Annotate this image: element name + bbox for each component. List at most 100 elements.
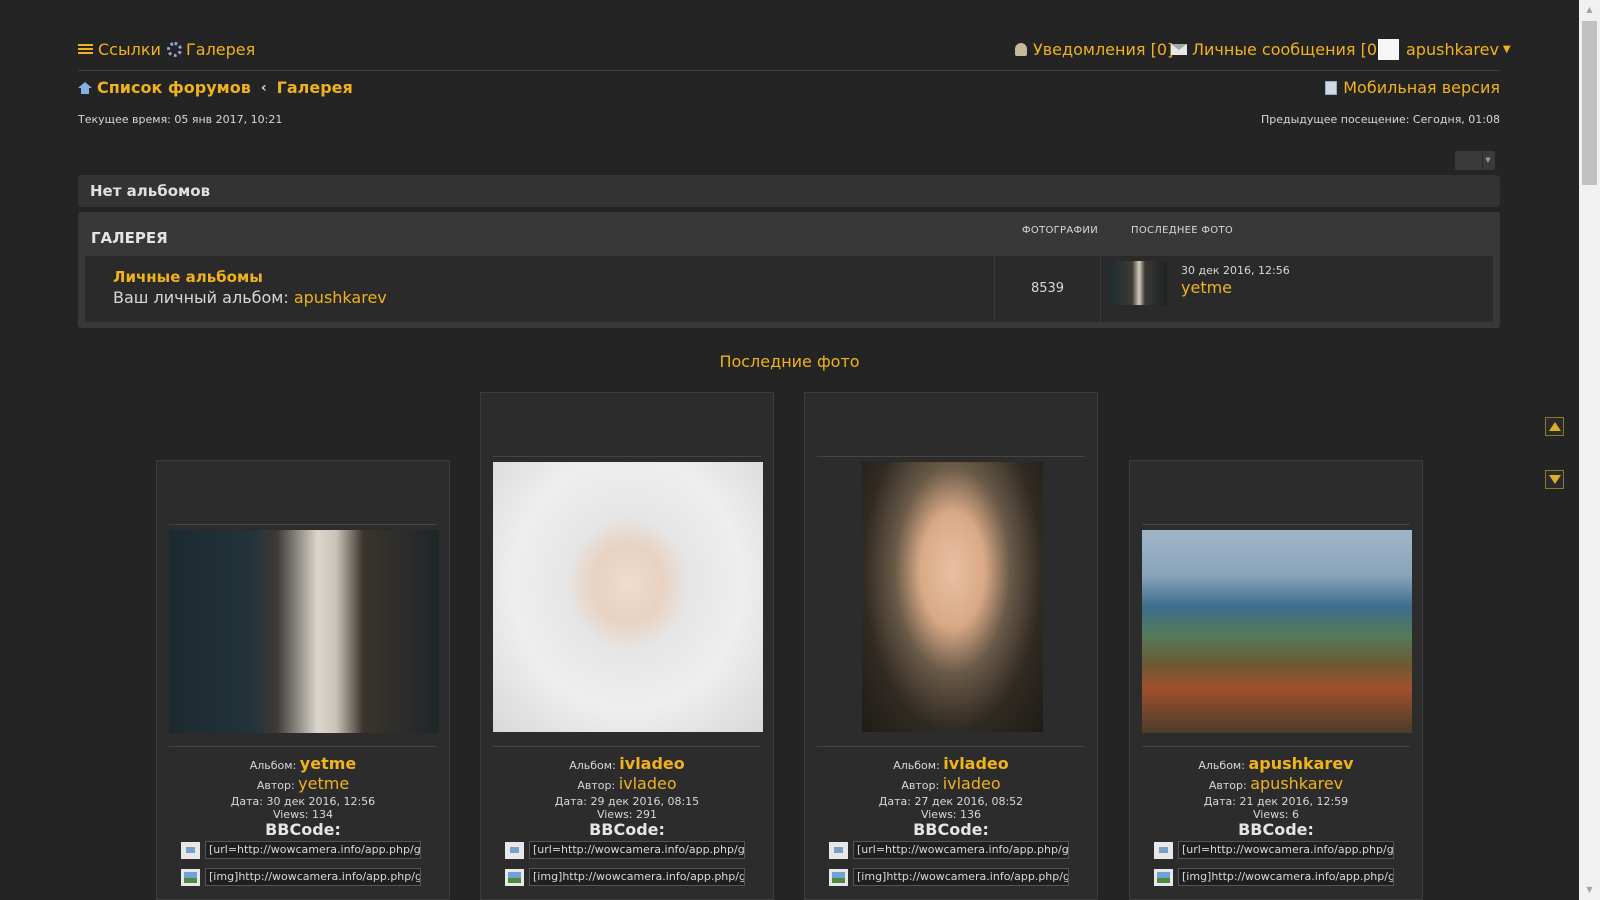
album-link[interactable]: yetme	[300, 754, 356, 773]
link-icon[interactable]	[181, 841, 200, 859]
card-divider	[169, 524, 437, 525]
personal-albums-row: Личные альбомы Ваш личный альбом: apushk…	[85, 256, 1493, 322]
photo-author-line: Автор: apushkarev	[1130, 774, 1422, 793]
bbcode-url-field[interactable]: [url=http://wowcamera.info/app.php/galle…	[205, 841, 421, 859]
photo-thumbnail[interactable]	[862, 462, 1043, 732]
photo-thumbnail[interactable]	[493, 462, 763, 732]
gallery-panel: ГАЛЕРЕЯ ФОТОГРАФИИ ПОСЛЕДНЕЕ ФОТО Личные…	[78, 212, 1500, 328]
link-icon[interactable]	[505, 841, 524, 859]
recent-photos-title: Последние фото	[719, 352, 860, 371]
dropdown-arrow-icon: ▼	[1482, 151, 1493, 170]
scroll-up-arrow-icon[interactable]: ▲	[1582, 3, 1597, 17]
image-icon[interactable]	[181, 868, 200, 886]
photo-thumbnail[interactable]	[169, 530, 439, 733]
breadcrumb-forum-list[interactable]: Список форумов	[97, 78, 251, 97]
last-photo-thumbnail[interactable]	[1109, 261, 1167, 305]
scroll-to-top-icon[interactable]	[1545, 417, 1564, 436]
bbcode-url-row: [url=http://wowcamera.info/app.php/galle…	[505, 841, 751, 859]
author-link[interactable]: ivladeo	[619, 774, 677, 793]
previous-visit: Предыдущее посещение: Сегодня, 01:08	[1260, 113, 1500, 126]
gears-icon	[167, 42, 182, 57]
photo-album-line: Альбом: yetme	[157, 754, 449, 773]
personal-album-user-link[interactable]: apushkarev	[294, 288, 387, 307]
bbcode-url-field[interactable]: [url=http://wowcamera.info/app.php/galle…	[529, 841, 745, 859]
author-label: Автор:	[256, 779, 295, 792]
image-icon[interactable]	[1154, 868, 1173, 886]
user-menu[interactable]: apushkarev ▼	[1378, 39, 1511, 60]
photo-author-line: Автор: yetme	[157, 774, 449, 793]
card-divider	[817, 456, 1085, 457]
author-label: Автор:	[577, 779, 616, 792]
last-photo-date: 30 дек 2016, 12:56	[1181, 264, 1290, 277]
last-photo-user-link[interactable]: yetme	[1181, 278, 1232, 297]
photo-date: Дата: 21 дек 2016, 12:59	[1203, 795, 1349, 808]
gallery-nav-link[interactable]: Галерея	[167, 40, 255, 59]
bbcode-url-field[interactable]: [url=http://wowcamera.info/app.php/galle…	[853, 841, 1069, 859]
username-label: apushkarev	[1406, 40, 1499, 59]
bbcode-img-field[interactable]: [img]http://wowcamera.info/app.php/galle…	[529, 868, 745, 886]
bbcode-img-row: [img]http://wowcamera.info/app.php/galle…	[505, 868, 751, 886]
quick-options-dropdown[interactable]: ▼	[1455, 151, 1495, 170]
card-divider	[169, 746, 437, 747]
bbcode-heading: BBCode:	[913, 820, 989, 839]
bell-icon	[1015, 43, 1027, 56]
card-divider	[493, 746, 761, 747]
album-label: Альбом:	[569, 759, 616, 772]
image-icon[interactable]	[829, 868, 848, 886]
notifications-label: Уведомления [0]	[1033, 40, 1174, 59]
photo-card: Альбом: ivladeo Автор: ivladeo Дата: 29 …	[480, 392, 774, 900]
bbcode-url-field[interactable]: [url=http://wowcamera.info/app.php/galle…	[1178, 841, 1394, 859]
photo-album-line: Альбом: apushkarev	[1130, 754, 1422, 773]
personal-albums-link[interactable]: Личные альбомы	[113, 268, 263, 286]
photo-album-line: Альбом: ivladeo	[481, 754, 773, 773]
photo-author-line: Автор: ivladeo	[481, 774, 773, 793]
card-divider	[1142, 746, 1410, 747]
bbcode-img-row: [img]http://wowcamera.info/app.php/galle…	[1154, 868, 1400, 886]
bbcode-img-field[interactable]: [img]http://wowcamera.info/app.php/galle…	[853, 868, 1069, 886]
author-link[interactable]: yetme	[298, 774, 349, 793]
album-link[interactable]: ivladeo	[619, 754, 685, 773]
gallery-nav-label: Галерея	[186, 40, 256, 59]
bbcode-heading: BBCode:	[589, 820, 665, 839]
links-menu[interactable]: Ссылки	[78, 40, 161, 59]
private-messages-link[interactable]: Личные сообщения [0]	[1171, 40, 1383, 59]
mobile-version-link[interactable]: Мобильная версия	[1325, 78, 1500, 97]
messages-label: Личные сообщения [0]	[1192, 40, 1384, 59]
photo-author-line: Автор: ivladeo	[805, 774, 1097, 793]
caret-down-icon: ▼	[1502, 44, 1511, 55]
author-link[interactable]: apushkarev	[1250, 774, 1343, 793]
photo-thumbnail[interactable]	[1142, 530, 1412, 733]
no-albums-label: Нет альбомов	[90, 182, 211, 200]
no-albums-bar: Нет альбомов	[78, 175, 1500, 207]
author-link[interactable]: ivladeo	[943, 774, 1001, 793]
link-icon[interactable]	[829, 841, 848, 859]
photo-date: Дата: 27 дек 2016, 08:52	[878, 795, 1024, 808]
bbcode-url-row: [url=http://wowcamera.info/app.php/galle…	[1154, 841, 1400, 859]
bbcode-heading: BBCode:	[265, 820, 341, 839]
album-link[interactable]: ivladeo	[943, 754, 1009, 773]
mobile-icon	[1325, 80, 1338, 95]
card-divider	[817, 746, 1085, 747]
photo-card: Альбом: yetme Автор: yetme Дата: 30 дек …	[156, 460, 450, 900]
bbcode-img-field[interactable]: [img]http://wowcamera.info/app.php/galle…	[205, 868, 421, 886]
personal-album-prefix: Ваш личный альбом:	[113, 288, 289, 307]
link-icon[interactable]	[1154, 841, 1173, 859]
column-header-last-photo: ПОСЛЕДНЕЕ ФОТО	[1131, 225, 1234, 236]
album-link[interactable]: apushkarev	[1248, 754, 1353, 773]
bbcode-img-field[interactable]: [img]http://wowcamera.info/app.php/galle…	[1178, 868, 1394, 886]
album-label: Альбом:	[893, 759, 940, 772]
top-navbar: Ссылки Галерея Уведомления [0] Личные со…	[78, 38, 1511, 71]
photo-card: Альбом: apushkarev Автор: apushkarev Дат…	[1129, 460, 1423, 900]
notifications-link[interactable]: Уведомления [0]	[1015, 40, 1173, 59]
album-label: Альбом:	[1198, 759, 1245, 772]
mobile-version-label: Мобильная версия	[1343, 78, 1500, 97]
scroll-down-arrow-icon[interactable]: ▼	[1582, 883, 1597, 897]
image-icon[interactable]	[505, 868, 524, 886]
bbcode-url-row: [url=http://wowcamera.info/app.php/galle…	[829, 841, 1075, 859]
scroll-to-bottom-icon[interactable]	[1545, 470, 1564, 489]
scrollbar-thumb[interactable]	[1582, 21, 1597, 185]
breadcrumb-separator: ‹	[260, 79, 267, 96]
breadcrumb-gallery[interactable]: Галерея	[277, 78, 353, 97]
last-photo-cell: 30 дек 2016, 12:56 yetme	[1101, 256, 1491, 322]
home-icon	[78, 81, 92, 94]
